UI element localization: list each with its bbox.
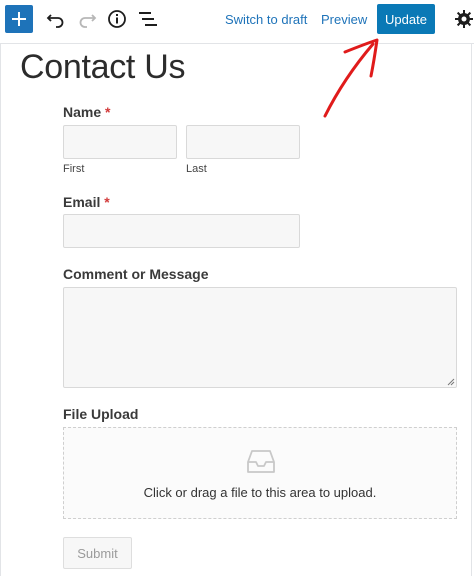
undo-button[interactable] — [45, 8, 67, 30]
plus-icon — [12, 12, 26, 26]
required-marker: * — [105, 104, 111, 120]
email-field-label: Email * — [63, 194, 110, 210]
undo-icon — [46, 14, 64, 28]
editor-left-border — [0, 44, 1, 576]
upload-instructions: Click or drag a file to this area to upl… — [143, 485, 377, 500]
info-icon — [108, 10, 126, 28]
comment-textarea[interactable] — [63, 287, 457, 388]
email-label-text: Email — [63, 194, 101, 210]
editor-toolbar: Switch to draft Preview Update — [0, 0, 474, 44]
settings-button[interactable] — [455, 10, 473, 28]
update-button[interactable]: Update — [377, 4, 435, 34]
add-block-button[interactable] — [5, 5, 33, 33]
file-upload-dropzone[interactable]: Click or drag a file to this area to upl… — [63, 427, 457, 519]
switch-to-draft-button[interactable]: Switch to draft — [225, 12, 307, 27]
list-view-icon — [139, 12, 157, 26]
name-field-label: Name * — [63, 104, 110, 120]
required-marker: * — [104, 194, 110, 210]
last-name-sublabel: Last — [186, 163, 207, 175]
resize-handle-icon[interactable] — [447, 378, 455, 386]
page-title[interactable]: Contact Us — [20, 48, 185, 87]
first-name-input[interactable] — [63, 125, 177, 159]
submit-button[interactable]: Submit — [63, 537, 132, 569]
file-upload-label: File Upload — [63, 406, 139, 422]
list-view-button[interactable] — [137, 8, 159, 30]
annotation-arrow-icon — [323, 38, 379, 118]
last-name-input[interactable] — [186, 125, 300, 159]
redo-button[interactable] — [76, 8, 98, 30]
editor-right-border — [471, 44, 472, 576]
details-button[interactable] — [106, 8, 128, 30]
gear-icon — [455, 10, 473, 28]
redo-icon — [79, 14, 97, 28]
name-label-text: Name — [63, 104, 102, 120]
email-input[interactable] — [63, 214, 300, 248]
first-name-sublabel: First — [63, 163, 85, 175]
inbox-icon — [247, 450, 275, 473]
comment-field-label: Comment or Message — [63, 266, 209, 282]
preview-button[interactable]: Preview — [321, 12, 367, 27]
